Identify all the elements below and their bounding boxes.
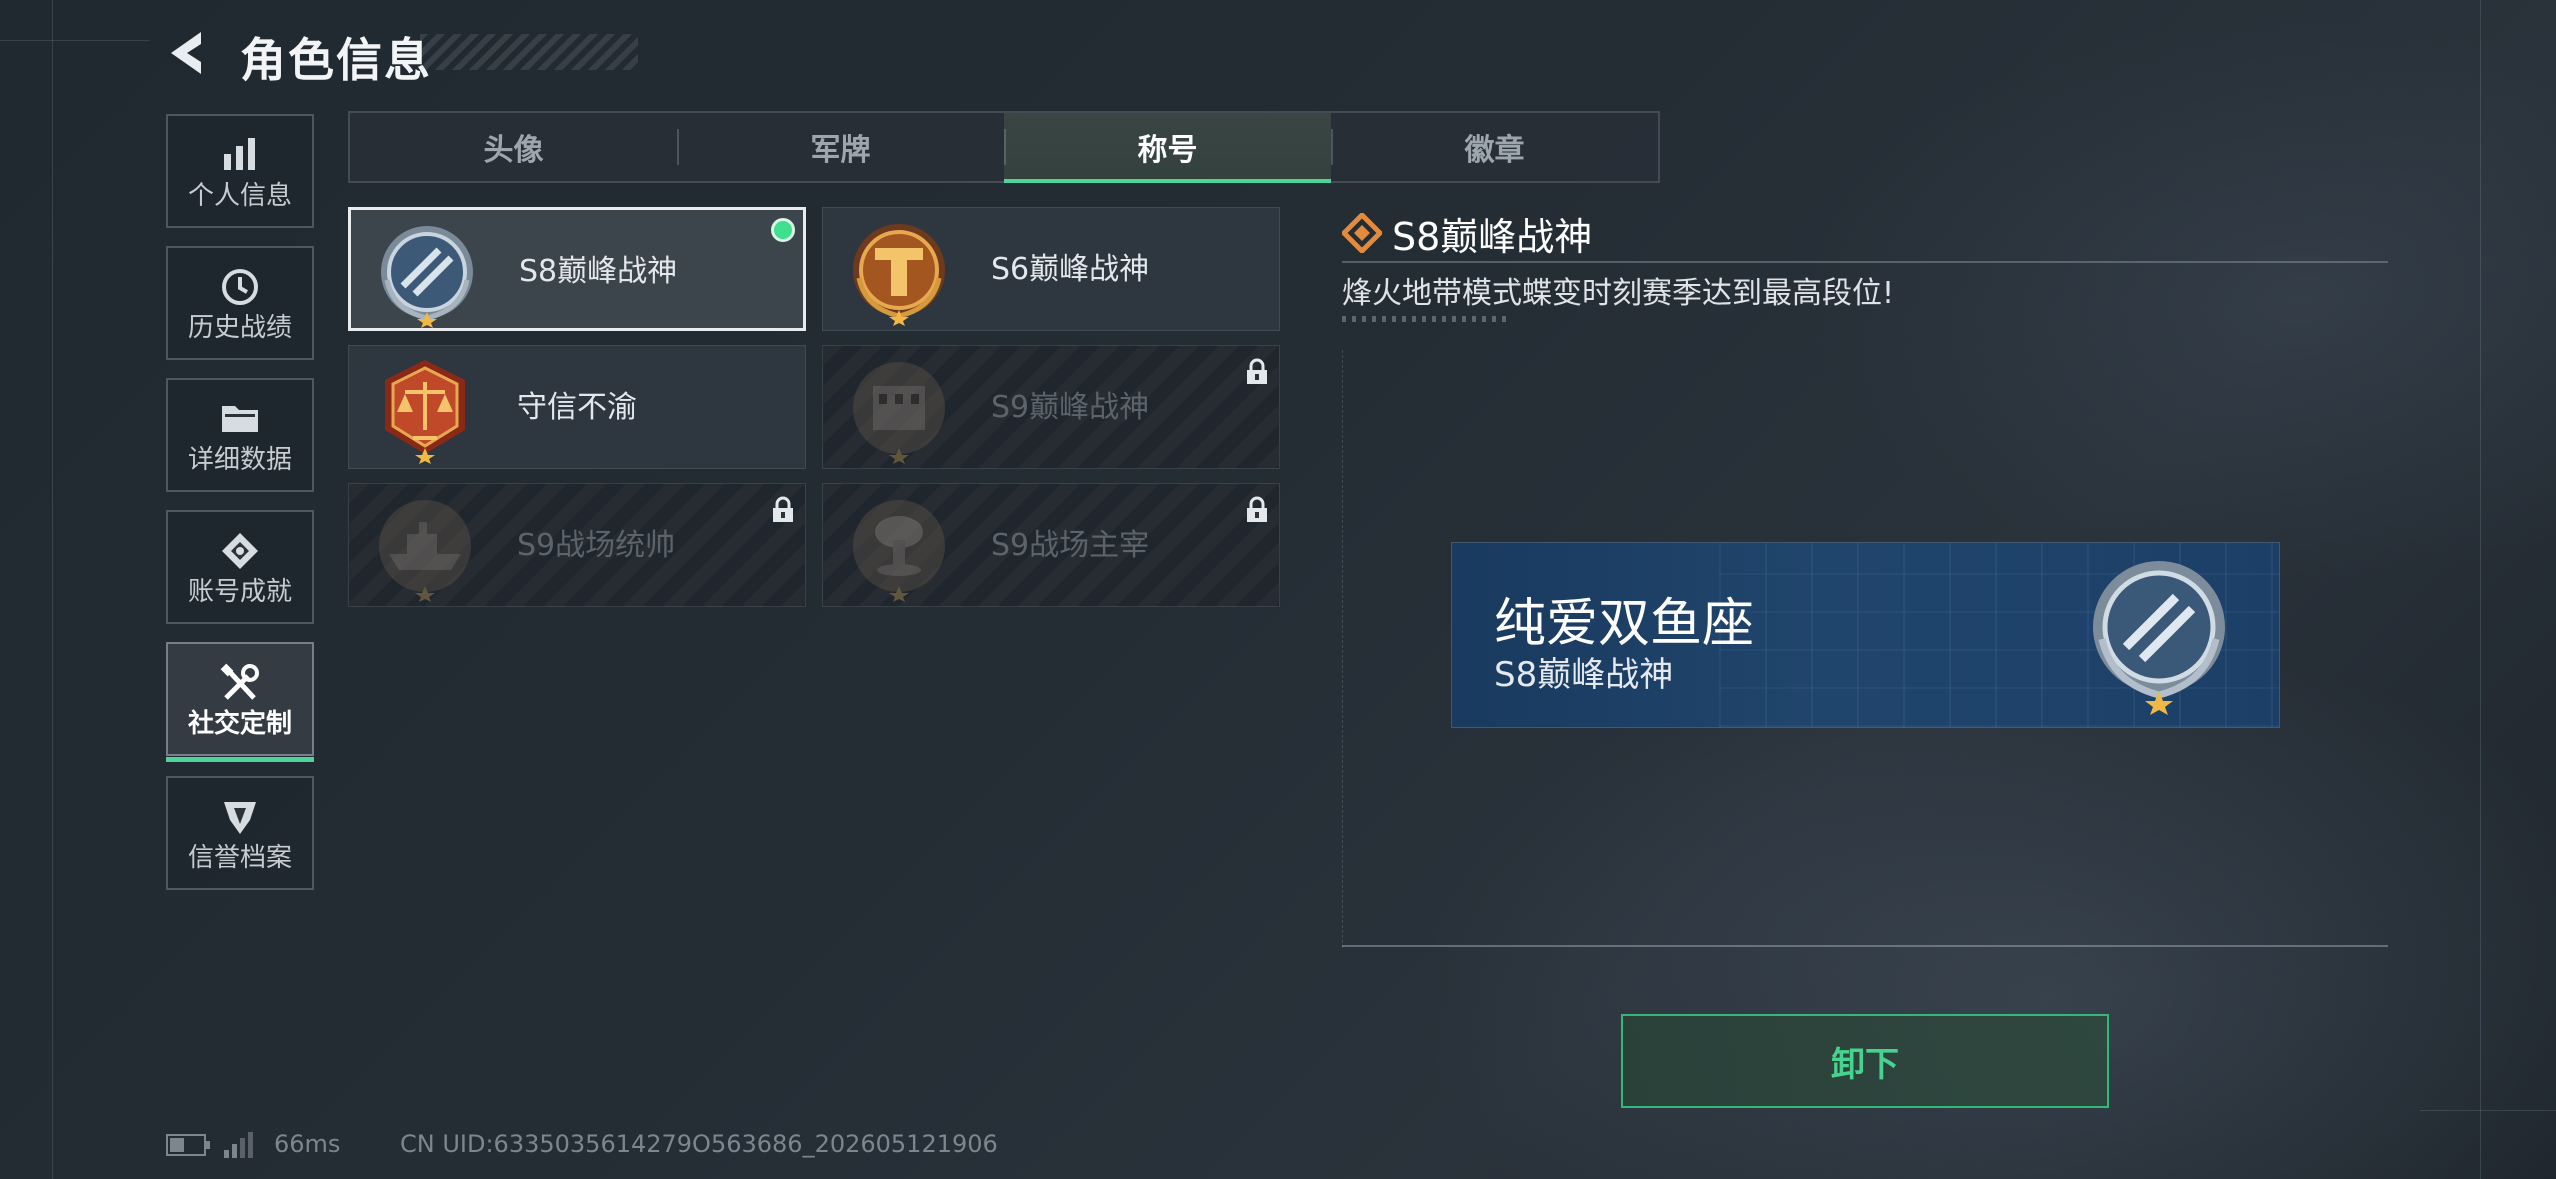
tab-avatar[interactable]: 头像 xyxy=(350,113,677,181)
sidebar-item-label: 历史战绩 xyxy=(187,313,292,343)
preview-title: S8巅峰战神 xyxy=(1494,655,1674,695)
title-preview-banner: 纯爱双鱼座 S8巅峰战神 xyxy=(1452,543,2279,727)
sidebar-item-personal-info[interactable]: 个人信息 xyxy=(166,114,314,228)
folder-icon xyxy=(168,398,312,442)
sidebar-item-label: 详细数据 xyxy=(187,445,292,475)
detail-decoration xyxy=(1342,316,1507,322)
title-name: S9巅峰战神 xyxy=(991,390,1150,425)
bar-chart-icon xyxy=(168,134,312,178)
tools-wrench-icon xyxy=(168,662,312,706)
title-card-s6-peak-god[interactable]: S6巅峰战神 xyxy=(822,207,1280,331)
tab-title[interactable]: 称号 xyxy=(1004,113,1331,183)
user-uid: CN UID:6335035614279O563686_202605121906 xyxy=(400,1130,998,1158)
equipped-indicator xyxy=(771,218,795,242)
blue-laurel-medal-icon xyxy=(373,220,481,328)
sidebar-item-detailed-data[interactable]: 详细数据 xyxy=(166,378,314,492)
title-name: S6巅峰战神 xyxy=(991,252,1150,287)
title-card-s8-peak-god[interactable]: S8巅峰战神 xyxy=(348,207,806,331)
sidebar-item-social-custom[interactable]: 社交定制 xyxy=(166,642,314,762)
page-title: 角色信息 xyxy=(240,33,432,87)
tab-bar: 头像 军牌 称号 徽章 xyxy=(348,111,1660,183)
shield-emblem-icon xyxy=(168,796,312,840)
achievement-badge-icon xyxy=(168,530,312,574)
title-name: 守信不渝 xyxy=(517,390,637,425)
battery-icon xyxy=(166,1133,212,1157)
blue-laurel-medal-icon xyxy=(2084,555,2234,717)
lock-icon xyxy=(1245,496,1269,524)
warship-medal-icon xyxy=(371,494,479,602)
fortress-medal-icon xyxy=(845,356,953,464)
sidebar-item-label: 个人信息 xyxy=(187,181,292,211)
preview-divider xyxy=(1342,945,2388,947)
sidebar-item-history[interactable]: 历史战绩 xyxy=(166,246,314,360)
sidebar-item-label: 信誉档案 xyxy=(187,843,292,873)
lock-icon xyxy=(1245,358,1269,386)
signal-icon xyxy=(222,1130,256,1160)
diamond-marker-icon xyxy=(1340,211,1384,255)
detail-description: 烽火地带模式蝶变时刻赛季达到最高段位! xyxy=(1342,276,1895,311)
title-name: S8巅峰战神 xyxy=(519,254,678,289)
title-decoration xyxy=(420,34,638,70)
title-name: S9战场统帅 xyxy=(517,528,676,563)
title-card-s9-battlefield-commander[interactable]: S9战场统帅 xyxy=(348,483,806,607)
mushroom-cloud-medal-icon xyxy=(845,494,953,602)
tab-badge[interactable]: 徽章 xyxy=(1331,113,1658,181)
sidebar-item-label: 账号成就 xyxy=(187,577,292,607)
tab-dog-tag[interactable]: 军牌 xyxy=(677,113,1004,181)
ping-readout: 66ms xyxy=(274,1130,341,1158)
sidebar-item-label: 社交定制 xyxy=(187,709,292,739)
back-chevron-icon[interactable] xyxy=(165,28,213,78)
title-card-s9-peak-god[interactable]: S9巅峰战神 xyxy=(822,345,1280,469)
detail-title: S8巅峰战神 xyxy=(1392,215,1593,259)
title-card-s9-battlefield-ruler[interactable]: S9战场主宰 xyxy=(822,483,1280,607)
sidebar-item-credit-record[interactable]: 信誉档案 xyxy=(166,776,314,890)
unequip-button[interactable]: 卸下 xyxy=(1621,1014,2109,1108)
title-name: S9战场主宰 xyxy=(991,528,1150,563)
detail-divider xyxy=(1342,261,2388,263)
preview-player-name: 纯爱双鱼座 xyxy=(1494,594,1755,654)
lock-icon xyxy=(771,496,795,524)
sidebar-item-achievements[interactable]: 账号成就 xyxy=(166,510,314,624)
title-card-keep-faith[interactable]: 守信不渝 xyxy=(348,345,806,469)
bronze-t-medal-icon xyxy=(845,218,953,326)
clock-history-icon xyxy=(168,266,312,310)
scales-justice-medal-icon xyxy=(371,356,479,464)
